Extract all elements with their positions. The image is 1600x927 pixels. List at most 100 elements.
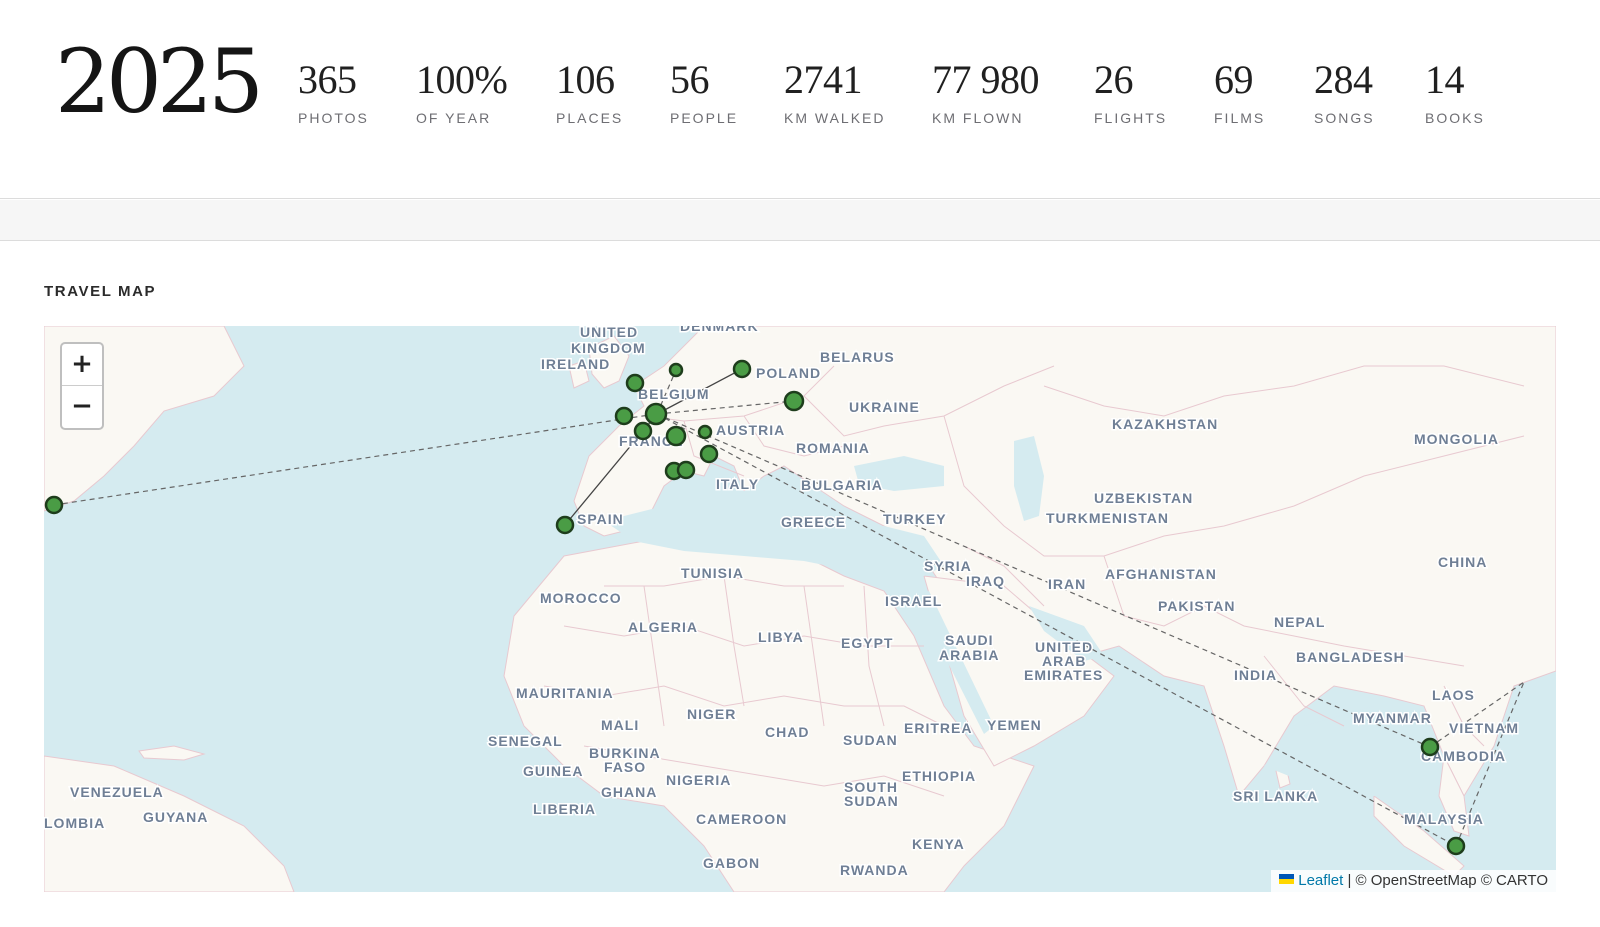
map-label: SAUDI bbox=[945, 632, 994, 648]
location-marker[interactable] bbox=[783, 390, 805, 412]
map-label: NIGERIA bbox=[666, 772, 731, 788]
map-label: BANGLADESH bbox=[1296, 649, 1405, 665]
map-label: LIBYA bbox=[758, 629, 804, 645]
stat-places: 106 PLACES bbox=[556, 60, 623, 127]
stat-value: 56 bbox=[670, 57, 710, 102]
map-label: MYANMAR bbox=[1353, 710, 1432, 726]
stat-value: 77 980 bbox=[932, 57, 1040, 102]
location-marker[interactable] bbox=[697, 424, 713, 440]
map-canvas[interactable]: UNITED KINGDOM DENMARK IRELAND BELARUS P… bbox=[44, 326, 1556, 892]
travel-map[interactable]: UNITED KINGDOM DENMARK IRELAND BELARUS P… bbox=[44, 326, 1556, 892]
stats-header: 2025 365 PHOTOS 100% OF YEAR 106 PLACES … bbox=[0, 0, 1600, 199]
stat-label: FILMS bbox=[1214, 110, 1266, 126]
map-label: EMIRATES bbox=[1024, 667, 1103, 683]
year-title: 2025 bbox=[55, 30, 264, 133]
map-label: LIBERIA bbox=[533, 801, 596, 817]
divider-band bbox=[0, 200, 1600, 241]
map-label: NIGER bbox=[687, 706, 736, 722]
map-label: VIETNAM bbox=[1449, 720, 1519, 736]
map-label: GREECE bbox=[781, 514, 846, 530]
map-label: LOMBIA bbox=[44, 815, 105, 831]
map-label: NEPAL bbox=[1274, 614, 1325, 630]
travel-map-title: TRAVEL MAP bbox=[44, 283, 157, 300]
location-marker[interactable] bbox=[614, 406, 634, 426]
map-label: SPAIN bbox=[577, 511, 624, 527]
stat-km-flown: 77 980 KM FLOWN bbox=[932, 57, 1040, 127]
zoom-out-button[interactable]: − bbox=[62, 386, 102, 428]
map-label: KINGDOM bbox=[571, 340, 646, 356]
stat-label: KM FLOWN bbox=[932, 110, 1024, 126]
location-marker[interactable] bbox=[1420, 737, 1440, 757]
location-marker[interactable] bbox=[633, 421, 653, 441]
map-label: UKRAINE bbox=[849, 399, 920, 415]
stat-flights: 26 FLIGHTS bbox=[1094, 57, 1168, 127]
stat-label: BOOKS bbox=[1425, 110, 1485, 126]
stat-photos: 365 PHOTOS bbox=[298, 57, 369, 127]
stat-value: 69 bbox=[1214, 57, 1254, 102]
map-label: SENEGAL bbox=[488, 733, 563, 749]
map-label: TUNISIA bbox=[681, 565, 744, 581]
stat-books: 14 BOOKS bbox=[1425, 57, 1485, 127]
map-label: GHANA bbox=[601, 784, 657, 800]
map-label: BELGIUM bbox=[638, 386, 710, 402]
stat-songs: 284 SONGS bbox=[1314, 57, 1375, 127]
location-marker[interactable] bbox=[555, 515, 575, 535]
map-label: KENYA bbox=[912, 836, 965, 852]
stat-of-year: 100% OF YEAR bbox=[416, 57, 508, 127]
location-marker[interactable] bbox=[732, 359, 752, 379]
stat-films: 69 FILMS bbox=[1214, 57, 1266, 127]
zoom-control: + − bbox=[60, 342, 104, 430]
map-label: IRAN bbox=[1048, 576, 1086, 592]
stat-label: PEOPLE bbox=[670, 110, 739, 126]
map-label: FASO bbox=[604, 759, 646, 775]
map-label: VENEZUELA bbox=[70, 784, 164, 800]
stat-value: 365 bbox=[298, 57, 357, 102]
map-label: ERITREA bbox=[904, 720, 972, 736]
stat-value: 100% bbox=[416, 57, 508, 102]
map-label: BULGARIA bbox=[801, 477, 883, 493]
map-label: ALGERIA bbox=[628, 619, 698, 635]
map-label: SUDAN bbox=[844, 793, 899, 809]
location-marker[interactable] bbox=[699, 444, 719, 464]
map-label: IRAQ bbox=[966, 573, 1005, 589]
map-label: ARABIA bbox=[939, 647, 999, 663]
ukraine-flag-icon bbox=[1279, 874, 1295, 884]
zoom-in-button[interactable]: + bbox=[62, 344, 102, 386]
stat-people: 56 PEOPLE bbox=[670, 57, 739, 127]
map-label: GUINEA bbox=[523, 763, 583, 779]
map-label: CAMEROON bbox=[696, 811, 787, 827]
map-label: TURKMENISTAN bbox=[1046, 510, 1169, 526]
map-label: KAZAKHSTAN bbox=[1112, 416, 1218, 432]
stat-label: PHOTOS bbox=[298, 110, 369, 126]
stat-km-walked: 2741 KM WALKED bbox=[784, 57, 886, 127]
location-marker[interactable] bbox=[44, 495, 64, 515]
map-label: CHINA bbox=[1438, 554, 1487, 570]
map-label: SRI LANKA bbox=[1233, 788, 1318, 804]
map-label: SYRIA bbox=[924, 558, 972, 574]
map-label: POLAND bbox=[756, 365, 821, 381]
location-marker[interactable] bbox=[668, 362, 684, 378]
stat-label: FLIGHTS bbox=[1094, 110, 1168, 126]
location-marker[interactable] bbox=[644, 402, 668, 426]
stat-value: 284 bbox=[1314, 57, 1373, 102]
map-label: RWANDA bbox=[840, 862, 909, 878]
stat-label: OF YEAR bbox=[416, 110, 492, 126]
stat-value: 26 bbox=[1094, 57, 1134, 102]
location-marker[interactable] bbox=[625, 373, 645, 393]
map-label: MOROCCO bbox=[540, 590, 622, 606]
stat-value: 2741 bbox=[784, 57, 862, 102]
attribution-text: | © OpenStreetMap © CARTO bbox=[1347, 872, 1548, 889]
leaflet-link[interactable]: Leaflet bbox=[1298, 872, 1343, 889]
location-marker[interactable] bbox=[665, 425, 687, 447]
map-label: BELARUS bbox=[820, 349, 895, 365]
map-label: UNITED bbox=[580, 326, 638, 340]
map-label: ISRAEL bbox=[885, 593, 942, 609]
map-label: EGYPT bbox=[841, 635, 893, 651]
location-marker[interactable] bbox=[1446, 836, 1466, 856]
map-label: IRELAND bbox=[541, 356, 610, 372]
location-marker[interactable] bbox=[676, 460, 696, 480]
map-label: ROMANIA bbox=[796, 440, 870, 456]
map-label: SUDAN bbox=[843, 732, 898, 748]
stat-value: 14 bbox=[1425, 57, 1464, 102]
map-label: DENMARK bbox=[680, 326, 759, 334]
